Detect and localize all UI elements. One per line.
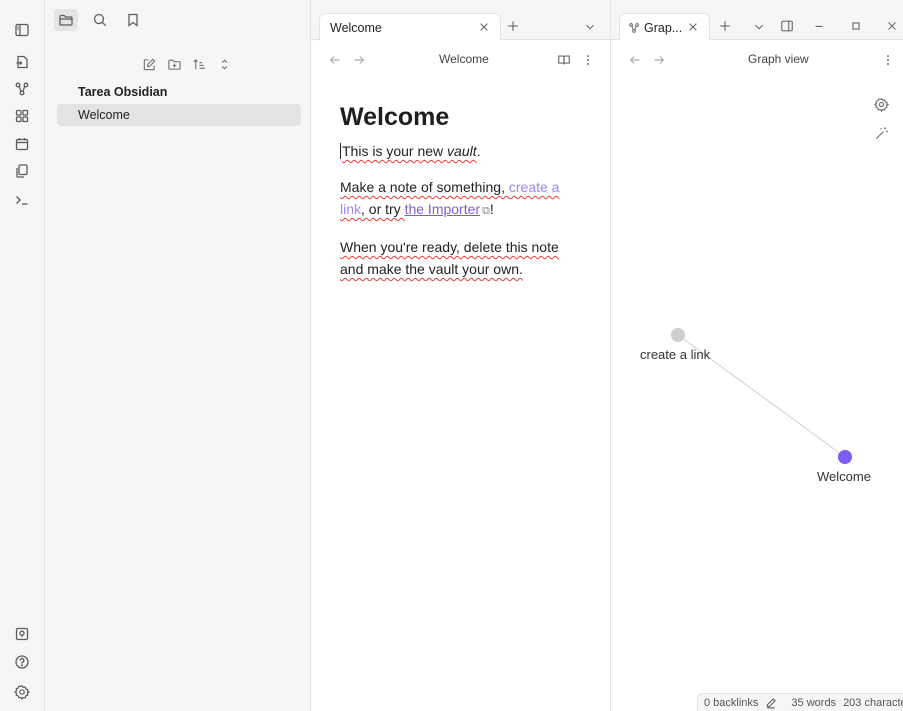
text-cursor [340, 143, 341, 159]
editor-tab-bar: Welcome [311, 0, 610, 41]
quick-switcher-icon[interactable] [12, 52, 32, 72]
edit-icon [142, 57, 157, 72]
p1-text: This is your new [342, 143, 448, 159]
file-explorer-sidebar: Tarea Obsidian Welcome [45, 0, 311, 711]
p1-emphasis: vault [447, 143, 477, 159]
editor-view-header: Welcome [311, 40, 610, 78]
ribbon [0, 0, 45, 711]
sidebar-tab-bar [45, 0, 311, 40]
tab-label: Welcome [330, 20, 382, 35]
help-icon[interactable] [12, 652, 32, 672]
external-link-the-importer[interactable]: the Importer [405, 201, 480, 217]
p2-mid: , or try [361, 201, 405, 217]
sidebar-toggle-icon[interactable] [12, 20, 32, 40]
note-paragraph-3: When you're ready, delete this note and … [340, 239, 559, 277]
p2-text: Make a note of something, [340, 179, 509, 195]
edit-mode-pencil-icon[interactable] [765, 697, 784, 709]
reading-mode-book-icon[interactable] [555, 51, 573, 69]
expand-collapse-button[interactable] [214, 54, 234, 74]
tab-welcome[interactable]: Welcome [319, 13, 501, 41]
tab-bookmarks[interactable] [121, 9, 145, 31]
file-item-welcome[interactable]: Welcome [57, 104, 301, 126]
p2-end: ! [489, 201, 494, 217]
graph-node-label: create a link [640, 347, 711, 362]
close-icon[interactable] [476, 19, 492, 35]
vault-switcher-icon[interactable] [12, 624, 32, 644]
editor-pane: Welcome Welcome Welcome This is your new… [311, 0, 611, 711]
graph-node-create-a-link[interactable] [671, 328, 685, 342]
search-icon [92, 12, 108, 28]
note-content[interactable]: Welcome This is your new vault. Make a n… [340, 103, 580, 294]
p1-end: . [476, 143, 481, 159]
graph-pane: Grap... Graph view create a link Welcome [611, 0, 903, 711]
command-palette-icon[interactable] [12, 190, 32, 210]
note-paragraph-2: Make a note of something, create a link,… [340, 176, 580, 222]
status-bar: 0 backlinks 35 words 203 characters [697, 693, 903, 711]
character-count: 203 characters [843, 696, 903, 709]
forward-arrow-icon[interactable] [351, 52, 367, 68]
external-link-icon: ⧉ [482, 205, 490, 217]
file-explorer-actions [45, 54, 311, 74]
note-paragraph-1: This is your new vault. [340, 140, 580, 162]
new-folder-button[interactable] [164, 54, 184, 74]
graph-view-icon[interactable] [12, 79, 32, 99]
chevrons-up-down-icon [217, 57, 232, 72]
graph-node-welcome[interactable] [838, 450, 852, 464]
note-heading: Welcome [340, 103, 450, 131]
new-note-button[interactable] [139, 54, 159, 74]
folder-plus-icon [167, 57, 182, 72]
backlinks-count[interactable]: 0 backlinks [704, 697, 758, 709]
new-tab-icon[interactable] [504, 17, 522, 35]
sort-icon [192, 57, 207, 72]
graph-node-label: Welcome [817, 469, 871, 484]
templates-icon[interactable] [12, 161, 32, 181]
sort-order-button[interactable] [189, 54, 209, 74]
tab-search[interactable] [88, 9, 112, 31]
more-options-icon[interactable] [579, 51, 597, 69]
word-count: 35 words [791, 696, 837, 709]
vault-name[interactable]: Tarea Obsidian [78, 85, 167, 99]
back-arrow-icon[interactable] [327, 52, 343, 68]
bookmark-icon [125, 12, 141, 28]
tab-list-chevron-down-icon[interactable] [581, 18, 599, 36]
canvas-icon[interactable] [12, 106, 32, 126]
folder-icon [58, 12, 74, 28]
tab-file-explorer[interactable] [54, 9, 78, 31]
settings-icon[interactable] [12, 682, 32, 702]
editor-view-title[interactable]: Welcome [439, 52, 489, 66]
calendar-icon[interactable] [12, 134, 32, 154]
